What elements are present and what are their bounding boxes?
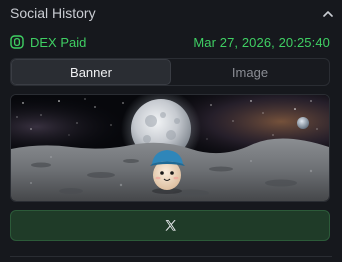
dex-paid-indicator: DEX Paid [10,35,86,50]
section-title: Social History [10,5,96,21]
dex-badge-icon [10,35,24,49]
dex-paid-label: DEX Paid [30,34,87,50]
banner-image [10,94,330,202]
media-tabs: Banner Image [10,58,330,86]
social-history-panel: Social History DEX Paid Mar 27, 2026, 20… [0,0,342,262]
chevron-up-icon[interactable] [322,7,334,19]
x-logo-icon [164,220,176,231]
moon-landscape-mascot-image [11,95,329,201]
section-divider [10,256,332,257]
dex-paid-timestamp: Mar 27, 2026, 20:25:40 [193,34,330,50]
tab-image[interactable]: Image [171,59,329,85]
tab-banner[interactable]: Banner [11,59,171,85]
x-social-button[interactable] [10,210,330,241]
dex-status-row: DEX Paid Mar 27, 2026, 20:25:40 [10,33,330,51]
section-header[interactable]: Social History [10,3,334,23]
